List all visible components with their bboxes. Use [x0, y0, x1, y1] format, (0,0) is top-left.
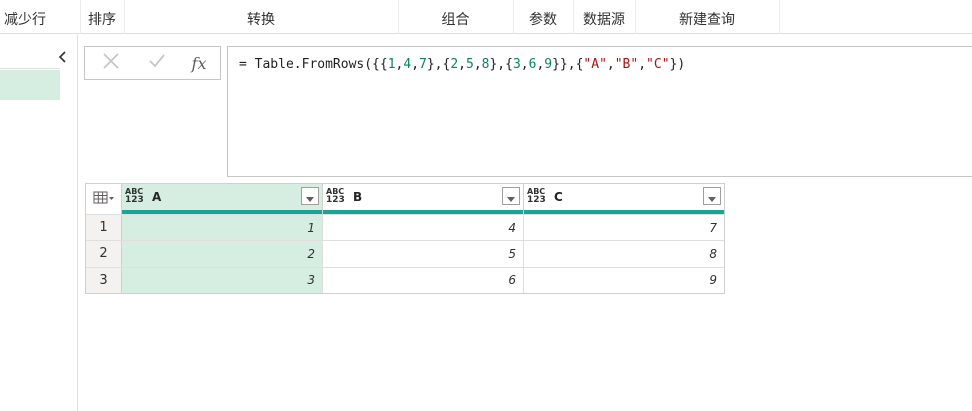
formula-bar-buttons: fx	[84, 46, 221, 80]
table-cell[interactable]: 8	[524, 241, 724, 266]
row-number[interactable]: 2	[86, 241, 122, 267]
chevron-down-icon	[708, 187, 716, 206]
table-row: 1 1 4 7	[86, 214, 724, 241]
grid-header-row: ABC 123 A ABC 123 B ABC 123 C	[86, 184, 724, 214]
column-type-any[interactable]: ABC 123	[326, 187, 345, 205]
table-row: 3 3 6 9	[86, 266, 724, 293]
ribbon-group-new-query: 新建查询	[679, 12, 735, 28]
table-cell[interactable]: 7	[524, 215, 724, 240]
data-preview-grid: ABC 123 A ABC 123 B ABC 123 C 1 1 4 7 2 2 5…	[85, 183, 725, 294]
check-icon	[148, 52, 166, 74]
column-type-any[interactable]: ABC 123	[125, 187, 144, 205]
ribbon-group-parameters: 参数	[529, 12, 557, 28]
table-cell[interactable]: 5	[323, 241, 524, 267]
table-cell[interactable]: 3	[122, 267, 323, 293]
table-menu-button[interactable]	[86, 184, 122, 214]
chevron-down-icon	[507, 187, 515, 206]
column-name: C	[554, 190, 563, 204]
column-filter-dropdown[interactable]	[301, 187, 319, 205]
column-quality-bar	[122, 210, 322, 214]
fx-icon: fx	[191, 53, 207, 73]
column-filter-dropdown[interactable]	[502, 187, 520, 205]
column-type-any[interactable]: ABC 123	[527, 187, 546, 205]
ribbon-group-sort: 排序	[88, 12, 116, 28]
pane-divider	[0, 68, 60, 69]
column-filter-dropdown[interactable]	[703, 187, 721, 205]
chevron-left-icon	[56, 49, 70, 68]
query-list-item[interactable]	[0, 70, 60, 100]
table-cell[interactable]: 9	[524, 268, 724, 293]
ribbon-group-data-sources: 数据源	[583, 12, 625, 28]
column-name: B	[353, 190, 363, 204]
column-header-b[interactable]: ABC 123 B	[323, 184, 524, 214]
column-header-c[interactable]: ABC 123 C	[524, 184, 724, 214]
column-header-a[interactable]: ABC 123 A	[122, 184, 323, 214]
formula-text: = Table.FromRows({{1,4,7},{2,5,8},{3,6,9…	[239, 57, 686, 72]
table-cell[interactable]: 1	[122, 215, 323, 241]
formula-input[interactable]: = Table.FromRows({{1,4,7},{2,5,8},{3,6,9…	[227, 46, 972, 177]
commit-button[interactable]	[141, 47, 173, 79]
ribbon-group-labels: 减少行 排序 转换 组合 参数 数据源 新建查询	[0, 0, 972, 34]
row-number[interactable]: 3	[86, 267, 122, 293]
row-number[interactable]: 1	[86, 215, 122, 241]
cancel-button[interactable]	[95, 47, 127, 79]
table-icon	[93, 190, 115, 209]
table-cell[interactable]: 4	[323, 215, 524, 241]
queries-pane	[0, 35, 78, 411]
table-cell[interactable]: 6	[323, 267, 524, 293]
ribbon-group-reduce-rows: 减少行	[4, 12, 46, 28]
chevron-down-icon	[306, 187, 314, 206]
x-icon	[102, 52, 120, 74]
ribbon-group-combine: 组合	[441, 12, 470, 28]
column-name: A	[152, 190, 162, 204]
column-quality-bar	[323, 210, 523, 214]
table-cell[interactable]: 2	[122, 241, 323, 267]
table-row: 2 2 5 8	[86, 240, 724, 267]
ribbon-group-transform: 转换	[247, 12, 275, 28]
insert-function-button[interactable]: fx	[183, 47, 215, 79]
column-quality-bar	[524, 210, 724, 214]
collapse-pane-button[interactable]	[56, 49, 70, 63]
